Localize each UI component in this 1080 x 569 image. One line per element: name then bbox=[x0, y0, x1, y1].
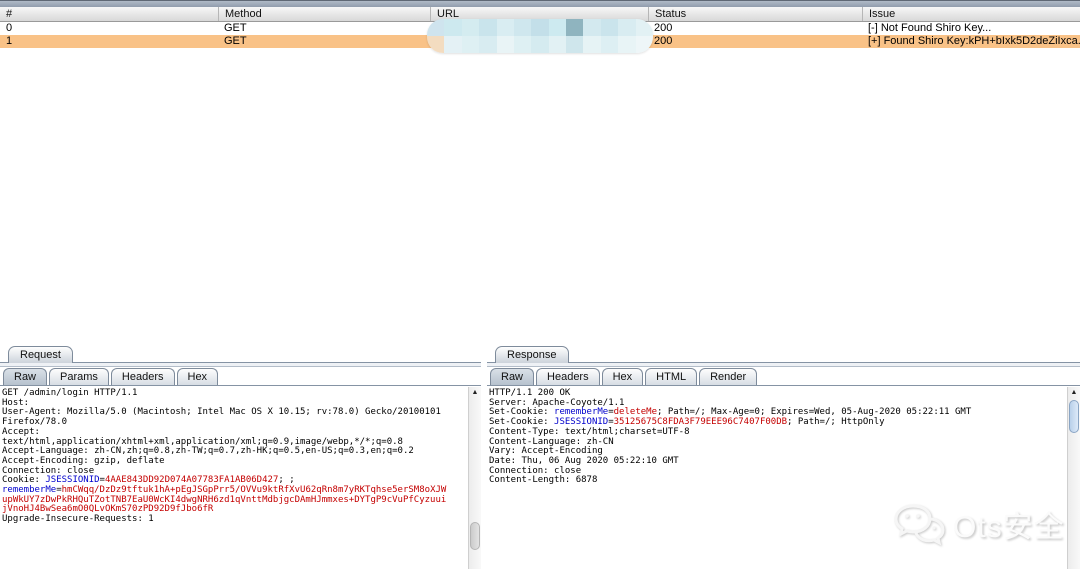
row-issue: [-] Not Found Shiro Key... bbox=[862, 22, 1080, 35]
response-panel-divider bbox=[487, 362, 1080, 367]
request-panel: Request RawParamsHeadersHex GET /admin/l… bbox=[0, 344, 481, 569]
request-scrollbar-thumb[interactable] bbox=[470, 522, 480, 550]
censor-tile bbox=[549, 36, 566, 53]
response-scrollbar[interactable]: ▲ bbox=[1067, 387, 1080, 569]
censor-tile bbox=[601, 36, 618, 53]
response-scrollbar-thumb[interactable] bbox=[1069, 400, 1079, 433]
tab-raw[interactable]: Raw bbox=[3, 368, 47, 385]
tab-headers[interactable]: Headers bbox=[536, 368, 600, 385]
wechat-icon bbox=[893, 502, 945, 546]
code-line: Content-Length: 6878 bbox=[489, 476, 1067, 486]
tab-params[interactable]: Params bbox=[49, 368, 109, 385]
column-header-number[interactable]: # bbox=[0, 7, 218, 21]
tab-render[interactable]: Render bbox=[699, 368, 757, 385]
censor-tile bbox=[566, 36, 583, 53]
censor-tile bbox=[444, 19, 461, 36]
censor-tile bbox=[618, 19, 635, 36]
code-line: Firefox/78.0 bbox=[2, 418, 468, 428]
request-raw-text[interactable]: GET /admin/login HTTP/1.1Host:User-Agent… bbox=[0, 387, 468, 569]
scroll-up-icon[interactable]: ▲ bbox=[469, 387, 481, 398]
watermark-text: Ots安全 bbox=[953, 502, 1065, 546]
tab-hex[interactable]: Hex bbox=[602, 368, 644, 385]
row-issue: [+] Found Shiro Key:kPH+bIxk5D2deZiIxca.… bbox=[862, 35, 1080, 48]
censor-tile bbox=[497, 36, 514, 53]
response-subtabs: RawHeadersHexHTMLRender bbox=[490, 368, 757, 386]
request-subtabs: RawParamsHeadersHex bbox=[3, 368, 218, 386]
row-status: 200 bbox=[648, 22, 862, 35]
request-panel-tab[interactable]: Request bbox=[8, 346, 73, 363]
censor-tile bbox=[462, 36, 479, 53]
row-number: 0 bbox=[0, 22, 218, 35]
tab-headers[interactable]: Headers bbox=[111, 368, 175, 385]
window-top-strip bbox=[0, 0, 1080, 7]
tab-raw[interactable]: Raw bbox=[490, 368, 534, 385]
censor-tile bbox=[583, 19, 600, 36]
code-line: User-Agent: Mozilla/5.0 (Macintosh; Inte… bbox=[2, 408, 468, 418]
response-panel-tab[interactable]: Response bbox=[495, 346, 569, 363]
watermark: Ots安全 bbox=[893, 495, 1065, 553]
censor-tile bbox=[531, 36, 548, 53]
request-scrollbar[interactable]: ▲ bbox=[468, 387, 481, 569]
tab-html[interactable]: HTML bbox=[645, 368, 697, 385]
code-line: GET /admin/login HTTP/1.1 bbox=[2, 389, 468, 399]
censor-tile bbox=[479, 19, 496, 36]
censor-tile bbox=[514, 19, 531, 36]
url-censor-blur bbox=[427, 19, 653, 53]
censor-tile bbox=[514, 36, 531, 53]
censor-tile bbox=[479, 36, 496, 53]
scroll-up-icon[interactable]: ▲ bbox=[1068, 387, 1080, 398]
tab-hex[interactable]: Hex bbox=[177, 368, 219, 385]
censor-tile bbox=[497, 19, 514, 36]
censor-tile bbox=[549, 19, 566, 36]
censor-tile bbox=[427, 36, 444, 53]
censor-tile bbox=[618, 36, 635, 53]
row-method: GET bbox=[218, 35, 430, 48]
censor-tile bbox=[583, 36, 600, 53]
row-number: 1 bbox=[0, 35, 218, 48]
censor-tile bbox=[444, 36, 461, 53]
column-header-status[interactable]: Status bbox=[648, 7, 862, 21]
censor-tile bbox=[566, 19, 583, 36]
code-line: Upgrade-Insecure-Requests: 1 bbox=[2, 515, 468, 525]
column-header-issue[interactable]: Issue bbox=[862, 7, 1080, 21]
row-method: GET bbox=[218, 22, 430, 35]
censor-tile bbox=[531, 19, 548, 36]
censor-tile bbox=[601, 19, 618, 36]
column-header-method[interactable]: Method bbox=[218, 7, 430, 21]
row-status: 200 bbox=[648, 35, 862, 48]
censor-tile bbox=[636, 36, 653, 53]
censor-tile bbox=[462, 19, 479, 36]
